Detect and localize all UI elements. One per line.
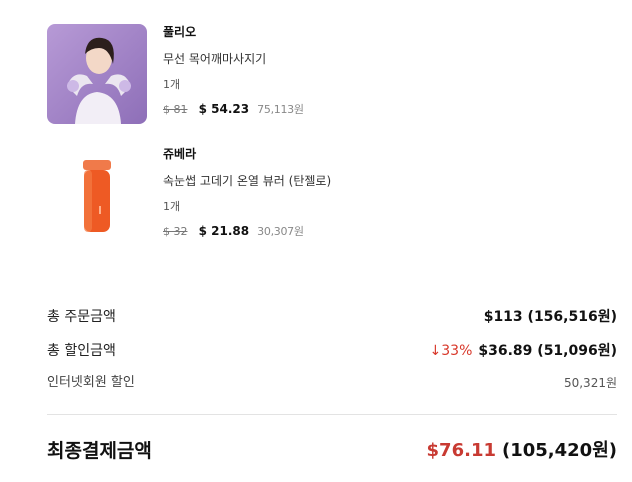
original-price: $ 81 <box>163 103 188 116</box>
total-discount-row: 총 할인금액 ↓33% $36.89 (51,096원) <box>47 340 617 362</box>
original-price: $ 32 <box>163 225 188 238</box>
internet-member-value: 50,321원 <box>563 376 617 390</box>
total-order-row: 총 주문금액 $113 (156,516원) <box>47 306 617 328</box>
cart-item: 쥬베라 속눈썹 고데기 온열 뷰러 (탄젤로) 1개 $ 32 $ 21.88 … <box>47 146 607 246</box>
price-row: $ 32 $ 21.88 30,307원 <box>163 222 331 238</box>
final-usd: $76.11 <box>426 440 496 461</box>
massager-image-icon <box>47 24 147 124</box>
sale-price: $ 54.23 <box>198 102 250 116</box>
discount-percent: ↓33% <box>429 343 473 359</box>
brand-name: 풀리오 <box>163 25 197 39</box>
final-payment-label: 최종결제금액 <box>47 440 152 462</box>
product-name[interactable]: 속눈썹 고데기 온열 뷰러 (탄젤로) <box>163 173 331 189</box>
quantity: 1개 <box>163 78 181 91</box>
final-payment-row: 최종결제금액 $76.11 (105,420원) <box>47 437 617 465</box>
total-order-value: $113 (156,516원) <box>483 309 617 325</box>
brand-name: 쥬베라 <box>163 147 197 161</box>
sale-price: $ 21.88 <box>198 224 250 238</box>
quantity: 1개 <box>163 200 181 213</box>
internet-member-label: 인터넷회원 할인 <box>47 375 135 390</box>
final-payment-value: $76.11 (105,420원) <box>427 437 617 465</box>
total-discount-label: 총 할인금액 <box>47 343 116 359</box>
price-krw: 75,113원 <box>257 103 304 116</box>
divider <box>47 414 617 415</box>
eyelash-curler-image-icon <box>47 146 147 246</box>
product-name[interactable]: 무선 목어깨마사지기 <box>163 51 304 67</box>
total-discount-value-group: ↓33% $36.89 (51,096원) <box>430 340 617 362</box>
price-krw: 30,307원 <box>257 225 304 238</box>
total-discount-value: $36.89 (51,096원) <box>478 343 617 359</box>
price-row: $ 81 $ 54.23 75,113원 <box>163 100 304 116</box>
cart-item: 풀리오 무선 목어깨마사지기 1개 $ 81 $ 54.23 75,113원 <box>47 24 607 124</box>
internet-member-row: 인터넷회원 할인 50,321원 <box>47 372 617 394</box>
final-krw: (105,420원) <box>502 440 617 461</box>
product-thumbnail[interactable] <box>47 146 147 246</box>
product-thumbnail[interactable] <box>47 24 147 124</box>
total-order-label: 총 주문금액 <box>47 309 116 325</box>
